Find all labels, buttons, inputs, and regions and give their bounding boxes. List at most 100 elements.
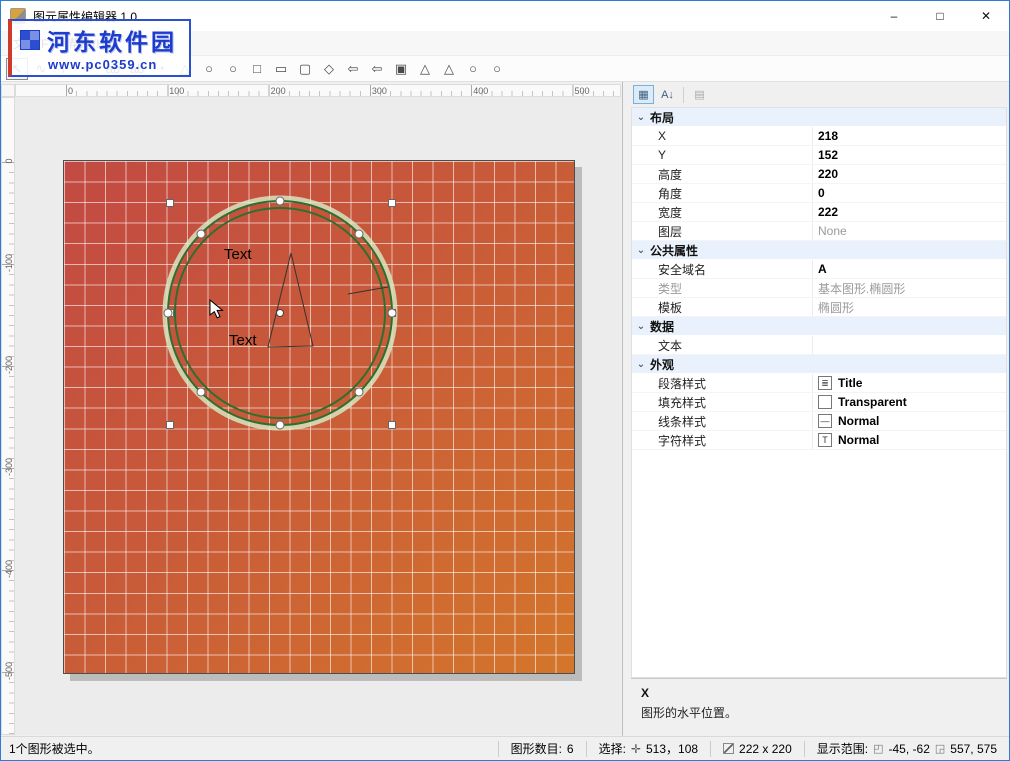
isosceles-triangle-tool[interactable]: △	[414, 58, 436, 80]
categorized-view-button[interactable]: ▦	[633, 85, 654, 104]
property-name: 字符样式	[632, 432, 812, 449]
shape-count-label: 图形数目:	[511, 740, 562, 757]
property-value[interactable]: 222	[812, 203, 1006, 221]
text-shape-1[interactable]: Text	[224, 246, 252, 263]
description-text: 图形的水平位置。	[641, 704, 997, 721]
property-row[interactable]: 角度0	[632, 184, 1006, 203]
property-row[interactable]: 段落样式≣Title	[632, 374, 1006, 393]
property-row[interactable]: 类型基本图形.椭圆形	[632, 279, 1006, 298]
diamond-tool[interactable]: ◇	[318, 58, 340, 80]
v-ruler-label: 0	[4, 150, 14, 172]
vertex-handle[interactable]	[164, 309, 172, 317]
property-name: 文本	[632, 337, 812, 354]
close-button[interactable]: ✕	[963, 1, 1009, 31]
property-category[interactable]: ⌄布局	[632, 108, 1006, 127]
property-row[interactable]: 安全域名A	[632, 260, 1006, 279]
resize-handle[interactable]	[167, 422, 174, 429]
status-shape-count: 图形数目: 6	[498, 741, 586, 757]
property-value[interactable]: 椭圆形	[812, 298, 1006, 316]
watermark-title: 河东软件园	[47, 23, 177, 57]
property-value[interactable]: 0	[812, 184, 1006, 202]
arrow-left-tool[interactable]: ⇦	[342, 58, 364, 80]
oval-tool[interactable]: ○	[486, 58, 508, 80]
image-tool[interactable]: ▣	[390, 58, 412, 80]
shape-count-value: 6	[567, 742, 574, 756]
property-value-text: 222	[818, 205, 838, 219]
property-value[interactable]: 基本图形.椭圆形	[812, 279, 1006, 297]
property-row[interactable]: 宽度222	[632, 203, 1006, 222]
property-value-text: Transparent	[838, 395, 907, 409]
wide-ellipse-tool[interactable]: ○	[462, 58, 484, 80]
property-value[interactable]: TNormal	[812, 431, 1006, 449]
ellipse-tool[interactable]: ○	[222, 58, 244, 80]
property-name: 高度	[632, 166, 812, 183]
property-pages-button[interactable]: ▤	[689, 85, 710, 104]
property-row[interactable]: 模板椭圆形	[632, 298, 1006, 317]
property-description: X 图形的水平位置。	[631, 678, 1007, 736]
status-selection: 选择: ✛ 513，108	[586, 741, 710, 757]
rounded-rectangle-tool[interactable]: ▢	[294, 58, 316, 80]
vertex-handle[interactable]	[197, 388, 205, 396]
property-row[interactable]: 线条样式—Normal	[632, 412, 1006, 431]
canvas-pane: 0100200300400500 0-100-200-300-400-500 T…	[1, 82, 623, 736]
sort-alphabetical-button[interactable]: A↓	[657, 85, 678, 104]
property-value[interactable]: —Normal	[812, 412, 1006, 430]
text-shape-2[interactable]: Text	[229, 332, 257, 349]
property-value[interactable]: 220	[812, 165, 1006, 183]
range-topleft-icon: ◰	[873, 742, 883, 755]
vertex-handle[interactable]	[197, 230, 205, 238]
h-ruler-label: 500	[575, 86, 590, 96]
property-value-text: Normal	[838, 414, 879, 428]
property-row[interactable]: 高度220	[632, 165, 1006, 184]
status-message: 1个图形被选中。	[1, 740, 498, 757]
range-bottomright-icon: ◲	[935, 742, 945, 755]
property-grid: ⌄布局X218Y152高度220角度0宽度222图层None⌄公共属性安全域名A…	[631, 107, 1007, 678]
view-range-label: 显示范围:	[817, 740, 868, 757]
square-tool[interactable]: □	[246, 58, 268, 80]
maximize-button[interactable]: □	[917, 1, 963, 31]
circle-tool[interactable]: ○	[198, 58, 220, 80]
resize-diagonal-icon	[723, 743, 734, 754]
site-logo-icon	[20, 30, 40, 50]
property-row[interactable]: X218	[632, 127, 1006, 146]
right-triangle-tool[interactable]: △	[438, 58, 460, 80]
toolbar-separator	[683, 87, 684, 103]
property-value-text: Title	[838, 376, 862, 390]
vertex-handle[interactable]	[355, 230, 363, 238]
vertex-handle[interactable]	[276, 421, 284, 429]
property-value[interactable]: None	[812, 222, 1006, 240]
property-panel: ▦ A↓ ▤ ⌄布局X218Y152高度220角度0宽度222图层None⌄公共…	[629, 82, 1009, 736]
ruler-corner	[1, 84, 15, 97]
vertex-handle[interactable]	[355, 388, 363, 396]
vertex-handle[interactable]	[388, 309, 396, 317]
property-name: 段落样式	[632, 375, 812, 392]
vertex-handle[interactable]	[276, 197, 284, 205]
property-value[interactable]: ≣Title	[812, 374, 1006, 392]
property-value[interactable]: Transparent	[812, 393, 1006, 411]
property-row[interactable]: 字符样式TNormal	[632, 431, 1006, 450]
resize-handle[interactable]	[389, 200, 396, 207]
property-value[interactable]: A	[812, 260, 1006, 278]
property-row[interactable]: 填充样式 Transparent	[632, 393, 1006, 412]
range-to-value: 557, 575	[950, 742, 997, 756]
property-row[interactable]: 图层None	[632, 222, 1006, 241]
property-value[interactable]: 218	[812, 127, 1006, 145]
rectangle-tool[interactable]: ▭	[270, 58, 292, 80]
property-category[interactable]: ⌄公共属性	[632, 241, 1006, 260]
triangle-shape[interactable]	[268, 253, 313, 347]
minimize-button[interactable]: –	[871, 1, 917, 31]
property-category[interactable]: ⌄数据	[632, 317, 1006, 336]
arrow-shape-tool[interactable]: ⇦	[366, 58, 388, 80]
property-value[interactable]: 152	[812, 146, 1006, 164]
resize-handle[interactable]	[167, 200, 174, 207]
property-row[interactable]: 文本	[632, 336, 1006, 355]
resize-handle[interactable]	[389, 422, 396, 429]
property-value[interactable]	[812, 336, 1006, 354]
property-name: X	[632, 129, 812, 143]
property-name: 填充样式	[632, 394, 812, 411]
property-category[interactable]: ⌄外观	[632, 355, 1006, 374]
property-row[interactable]: Y152	[632, 146, 1006, 165]
property-toolbar: ▦ A↓ ▤	[629, 82, 1009, 107]
h-ruler-label: 0	[68, 86, 73, 96]
canvas[interactable]: Text Text	[15, 97, 621, 735]
